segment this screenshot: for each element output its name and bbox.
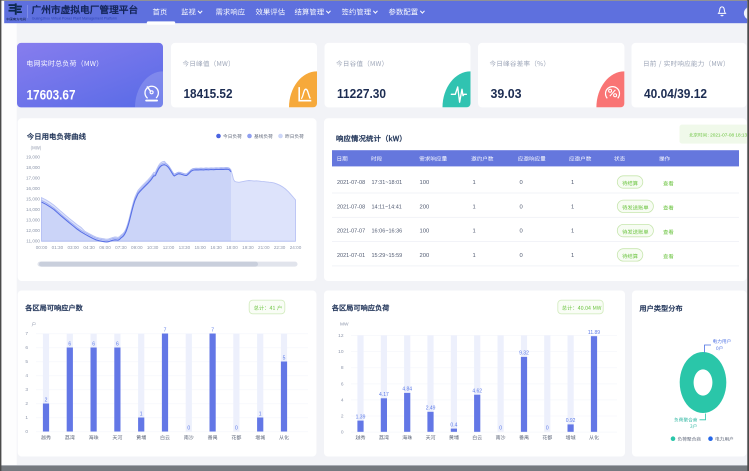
svg-text:0.92: 0.92 <box>566 418 576 424</box>
svg-text:0.4: 0.4 <box>450 422 457 428</box>
svg-text:18415.52: 18415.52 <box>184 86 233 101</box>
svg-text:0: 0 <box>520 180 523 186</box>
svg-text:1: 1 <box>571 229 574 235</box>
svg-text:17,000: 17,000 <box>26 176 40 181</box>
svg-text:15:29~15:59: 15:29~15:59 <box>372 253 403 259</box>
svg-text:1: 1 <box>25 415 28 421</box>
svg-text:1: 1 <box>140 411 143 417</box>
svg-text:12: 12 <box>338 333 344 339</box>
svg-text:1: 1 <box>259 411 262 417</box>
svg-text:1: 1 <box>473 229 476 235</box>
svg-text:07:30: 07:30 <box>115 245 127 250</box>
svg-text:2.49: 2.49 <box>426 406 436 412</box>
svg-text:17603.67: 17603.67 <box>27 88 76 103</box>
svg-text:6: 6 <box>25 345 28 351</box>
svg-text:4: 4 <box>341 397 344 403</box>
svg-text:2021-07-08: 2021-07-08 <box>337 180 365 186</box>
svg-text:18,000: 18,000 <box>26 165 40 170</box>
svg-text:7: 7 <box>211 327 214 333</box>
svg-text:0: 0 <box>25 429 28 435</box>
svg-text:12:00: 12:00 <box>163 245 175 250</box>
svg-text:11.89: 11.89 <box>588 330 600 336</box>
svg-text:3: 3 <box>25 387 28 393</box>
svg-text:09:00: 09:00 <box>131 245 143 250</box>
svg-text:7: 7 <box>25 331 28 337</box>
svg-text:0: 0 <box>235 425 238 431</box>
svg-text:1.39: 1.39 <box>356 414 366 420</box>
svg-text:9.32: 9.32 <box>519 351 529 357</box>
svg-text:100: 100 <box>420 180 430 186</box>
svg-text:0: 0 <box>341 430 344 436</box>
svg-text:5: 5 <box>283 355 286 361</box>
svg-text:16:30: 16:30 <box>210 245 222 250</box>
svg-text:15:00: 15:00 <box>194 245 206 250</box>
svg-text:12,000: 12,000 <box>26 228 40 233</box>
svg-text:40.04/39.12: 40.04/39.12 <box>644 86 707 101</box>
svg-text:0: 0 <box>520 204 523 210</box>
svg-text:14,000: 14,000 <box>26 207 40 212</box>
svg-text:0: 0 <box>520 253 523 259</box>
svg-text:10:30: 10:30 <box>147 245 159 250</box>
svg-text:6: 6 <box>341 381 344 387</box>
svg-text:03:00: 03:00 <box>67 245 79 250</box>
svg-text:39.03: 39.03 <box>491 86 522 101</box>
svg-text:1: 1 <box>571 180 574 186</box>
svg-text:0: 0 <box>499 426 502 432</box>
svg-text:2: 2 <box>45 397 48 403</box>
svg-text:19:30: 19:30 <box>242 245 254 250</box>
svg-text:2021-07-01: 2021-07-01 <box>337 253 365 259</box>
svg-text:18:00: 18:00 <box>226 245 238 250</box>
svg-text:4.84: 4.84 <box>402 387 412 393</box>
svg-text:2021-07-08: 2021-07-08 <box>337 204 365 210</box>
svg-text:24:00: 24:00 <box>290 245 302 250</box>
svg-text:1: 1 <box>571 204 574 210</box>
svg-text:4: 4 <box>25 373 28 379</box>
svg-text:2: 2 <box>25 401 28 407</box>
svg-text:6: 6 <box>92 341 95 347</box>
svg-text:22:30: 22:30 <box>274 245 286 250</box>
svg-text:8: 8 <box>341 365 344 371</box>
svg-text:01:30: 01:30 <box>52 245 64 250</box>
svg-text:1: 1 <box>571 253 574 259</box>
svg-text:13:30: 13:30 <box>179 245 191 250</box>
svg-text:6: 6 <box>68 341 71 347</box>
svg-text:2: 2 <box>341 413 344 419</box>
svg-text:16,000: 16,000 <box>26 186 40 191</box>
svg-text:1: 1 <box>473 180 476 186</box>
svg-text:19,000: 19,000 <box>26 155 40 160</box>
svg-text:1: 1 <box>473 204 476 210</box>
svg-text:06:00: 06:00 <box>99 245 111 250</box>
svg-text:4.17: 4.17 <box>379 392 389 398</box>
svg-text:200: 200 <box>420 253 430 259</box>
svg-text:100: 100 <box>420 229 430 235</box>
svg-text:15,000: 15,000 <box>26 197 40 202</box>
svg-text:16:06~16:36: 16:06~16:36 <box>372 229 403 235</box>
svg-text:00:00: 00:00 <box>36 245 48 250</box>
svg-text:04:30: 04:30 <box>83 245 95 250</box>
svg-text:MW: MW <box>340 322 349 328</box>
svg-text:11,000: 11,000 <box>26 239 40 244</box>
svg-text:2021-07-07: 2021-07-07 <box>337 229 365 235</box>
svg-text:1: 1 <box>473 253 476 259</box>
svg-text:21:00: 21:00 <box>258 245 270 250</box>
svg-text:5: 5 <box>25 359 28 365</box>
svg-text:Guangzhou Virtual Power Plant: Guangzhou Virtual Power Plant Management… <box>32 17 117 21</box>
svg-text:14:11~14:41: 14:11~14:41 <box>372 204 402 210</box>
svg-text:0: 0 <box>520 229 523 235</box>
svg-text:4.62: 4.62 <box>472 389 482 395</box>
svg-text:17:31~18:01: 17:31~18:01 <box>372 180 403 186</box>
svg-text:10: 10 <box>338 349 344 355</box>
svg-text:0: 0 <box>546 426 549 432</box>
svg-text:: 2021-07-08 18:13: : 2021-07-08 18:13 <box>708 133 748 138</box>
svg-text:6: 6 <box>116 341 119 347</box>
svg-text:13,000: 13,000 <box>26 218 40 223</box>
svg-text:200: 200 <box>420 204 430 210</box>
svg-text:0: 0 <box>187 425 190 431</box>
svg-text:11227.30: 11227.30 <box>337 86 386 101</box>
svg-text:7: 7 <box>164 327 167 333</box>
